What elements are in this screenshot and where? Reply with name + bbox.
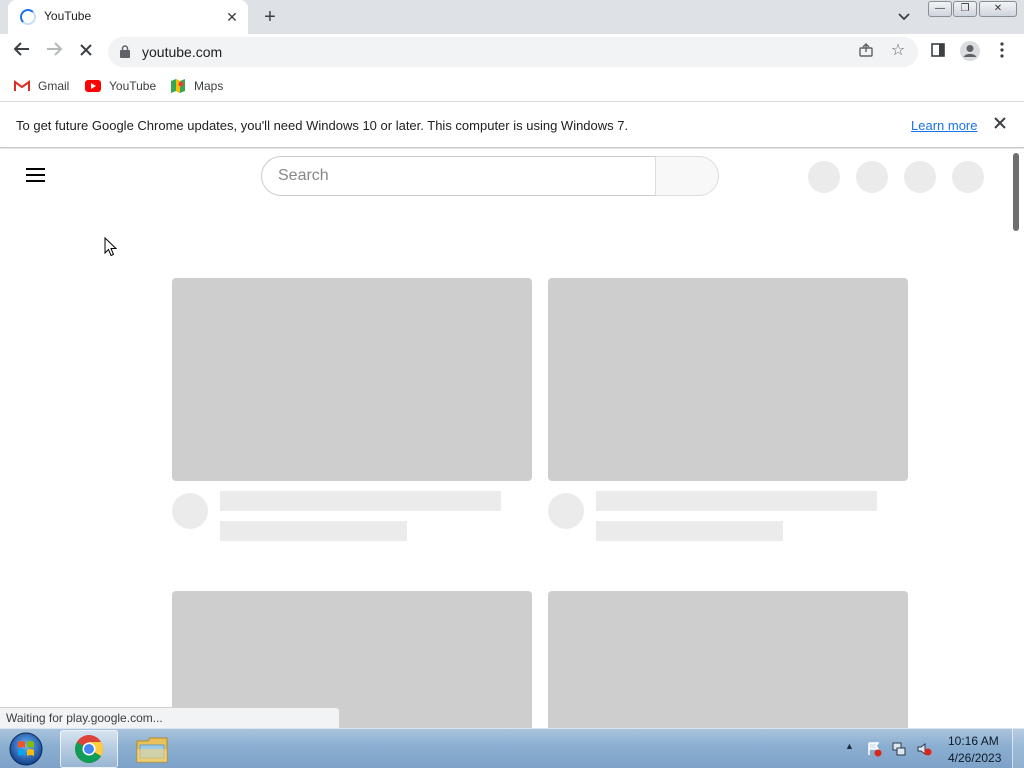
network-icon[interactable]: [891, 741, 907, 757]
page-scrollbar[interactable]: [1013, 153, 1019, 231]
side-panel-icon[interactable]: [926, 40, 950, 64]
taskbar-explorer-button[interactable]: [124, 730, 180, 768]
loading-spinner-icon: [20, 9, 36, 25]
title-line-placeholder: [596, 491, 877, 511]
infobar-close-icon[interactable]: [990, 115, 1010, 135]
tab-search-chevron-down-icon[interactable]: [893, 6, 915, 28]
windows-taskbar: ▲ 10:16 AM 4/26/2023: [0, 728, 1024, 769]
youtube-icon: [85, 80, 101, 92]
tab-close-icon[interactable]: ✕: [222, 7, 242, 27]
maps-icon: [171, 79, 185, 93]
bookmark-label: YouTube: [109, 79, 157, 93]
url-text: youtube.com: [142, 44, 223, 60]
restore-button[interactable]: ❐: [953, 1, 977, 17]
video-thumbnail-placeholder: [548, 278, 908, 481]
header-placeholder-circle: [952, 161, 984, 193]
search-placeholder: Search: [278, 167, 329, 184]
hamburger-menu-icon[interactable]: [26, 168, 46, 184]
bookmark-star-icon[interactable]: ☆: [888, 41, 908, 61]
video-thumbnail-placeholder: [548, 591, 908, 728]
clock-time[interactable]: 10:16 AM: [948, 734, 999, 748]
gmail-icon: [14, 80, 30, 91]
profile-avatar-icon[interactable]: [958, 40, 982, 64]
meta-line-placeholder: [596, 521, 783, 541]
minimize-button[interactable]: —: [928, 1, 952, 17]
action-center-flag-icon[interactable]: [866, 741, 882, 757]
taskbar-chrome-button[interactable]: [60, 730, 118, 768]
search-button[interactable]: [655, 156, 719, 196]
youtube-page: Search: [0, 149, 1024, 728]
folder-icon: [136, 737, 168, 763]
new-tab-button[interactable]: +: [258, 5, 282, 29]
bookmark-label: Maps: [194, 79, 224, 93]
bookmarks-bar: Gmail YouTube Maps: [0, 70, 1024, 102]
stop-loading-icon[interactable]: [74, 40, 98, 64]
volume-muted-icon[interactable]: [916, 741, 932, 757]
browser-toolbar: youtube.com ☆: [0, 34, 1024, 70]
bookmark-maps[interactable]: Maps: [170, 76, 230, 96]
title-line-placeholder: [220, 491, 501, 511]
chrome-icon: [75, 735, 103, 763]
bookmark-gmail[interactable]: Gmail: [14, 76, 74, 96]
address-bar[interactable]: youtube.com ☆: [108, 37, 918, 67]
header-placeholder-circle: [904, 161, 936, 193]
lock-icon: [120, 45, 130, 58]
channel-avatar-placeholder: [172, 493, 208, 529]
search-input[interactable]: Search: [261, 156, 656, 196]
learn-more-link[interactable]: Learn more: [911, 118, 977, 133]
channel-avatar-placeholder: [548, 493, 584, 529]
mouse-cursor-icon: [104, 237, 118, 257]
bookmark-label: Gmail: [38, 79, 70, 93]
tab-youtube[interactable]: YouTube ✕: [8, 0, 248, 34]
video-thumbnail-placeholder: [172, 278, 532, 481]
infobar-message: To get future Google Chrome updates, you…: [16, 118, 629, 133]
meta-line-placeholder: [220, 521, 407, 541]
bookmark-youtube[interactable]: YouTube: [85, 76, 160, 96]
show-desktop-button[interactable]: [1012, 729, 1024, 769]
status-bubble: Waiting for play.google.com...: [0, 707, 340, 728]
update-infobar: To get future Google Chrome updates, you…: [0, 103, 1024, 148]
tab-strip: YouTube ✕ + — ❐ ✕: [0, 0, 1024, 34]
close-window-button[interactable]: ✕: [979, 1, 1017, 17]
clock-date[interactable]: 4/26/2023: [948, 751, 1001, 765]
back-arrow-icon[interactable]: [10, 40, 34, 64]
header-placeholder-circle: [856, 161, 888, 193]
forward-arrow-icon[interactable]: [42, 40, 66, 64]
share-icon[interactable]: [856, 42, 876, 62]
menu-kebab-icon[interactable]: [990, 40, 1014, 64]
tab-title: YouTube: [44, 9, 92, 23]
start-button[interactable]: [6, 731, 46, 767]
header-placeholder-circle: [808, 161, 840, 193]
tray-expand-icon[interactable]: ▲: [845, 741, 854, 751]
